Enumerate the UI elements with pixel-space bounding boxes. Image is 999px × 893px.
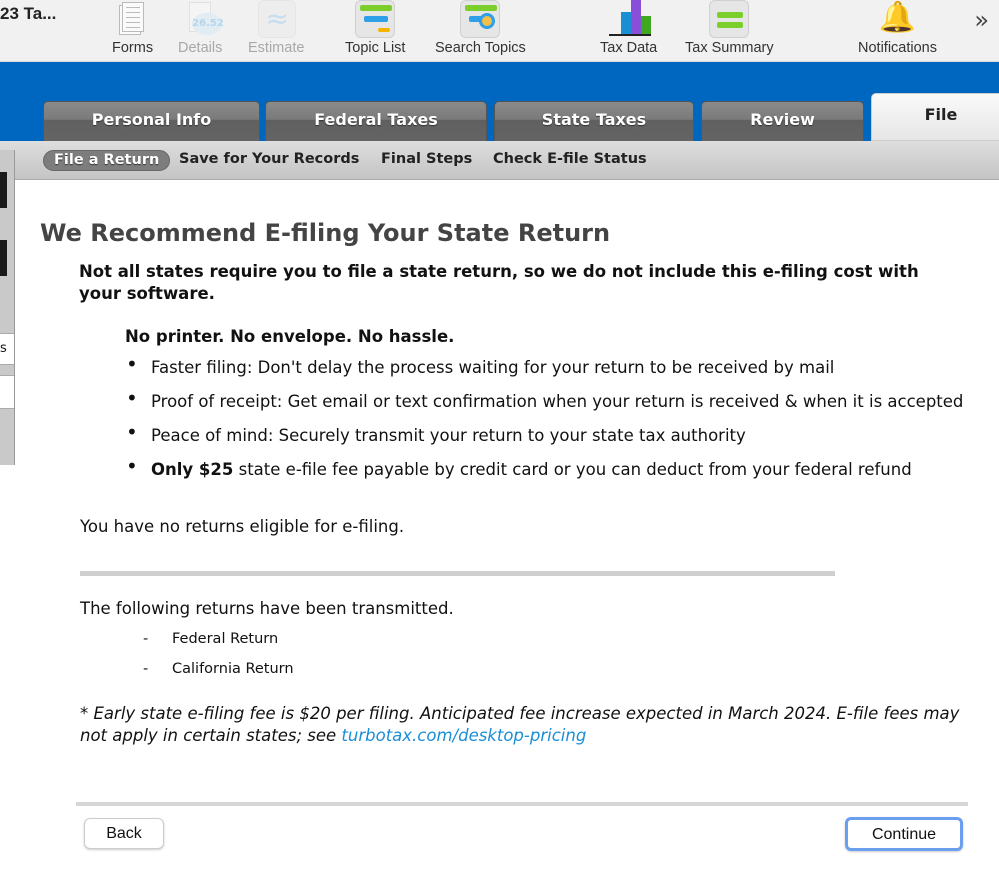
benefits-list: • Faster filing: Don't delay the process … — [126, 352, 986, 493]
subnav-check-efile-status[interactable]: Check E-file Status — [493, 151, 647, 167]
tax-data-icon — [608, 0, 651, 38]
subnav-save-for-your-records[interactable]: Save for Your Records — [179, 151, 359, 167]
divider — [80, 571, 835, 576]
tax-summary-icon — [709, 0, 750, 38]
left-side-panel: s — [0, 150, 15, 465]
tab-personal-info[interactable]: Personal Info — [43, 101, 260, 141]
toolbar-topic-list-button[interactable]: Topic List — [345, 0, 405, 60]
tagline: No printer. No envelope. No hassle. — [125, 327, 455, 346]
toolbar-notifications-label: Notifications — [858, 40, 937, 56]
price-highlight: Only $25 — [151, 460, 234, 479]
toolbar-forms-button[interactable]: Forms — [112, 0, 153, 60]
forms-icon — [113, 0, 153, 38]
toolbar-forms-label: Forms — [112, 40, 154, 56]
sub-navigation: File a Return Save for Your Records Fina… — [0, 141, 999, 180]
benefit-item: • Faster filing: Don't delay the process … — [126, 352, 835, 377]
toolbar-search-topics-label: Search Topics — [435, 40, 526, 56]
app-title: 23 Ta... — [0, 4, 57, 23]
transmitted-returns-list: - Federal Return - California Return — [143, 631, 294, 691]
page-title: We Recommend E-filing Your State Return — [40, 219, 611, 247]
toolbar-notifications-button[interactable]: 🔔 Notifications — [858, 0, 937, 60]
side-panel-button[interactable] — [0, 172, 7, 208]
transmitted-return-item: - Federal Return — [143, 631, 279, 647]
topic-list-icon — [355, 0, 396, 38]
side-panel-field-empty[interactable] — [0, 375, 14, 409]
bullet-icon: • — [126, 420, 138, 444]
details-icon: 26.52 — [180, 0, 224, 38]
benefit-item: • Proof of receipt: Get email or text con… — [126, 386, 964, 411]
transmitted-heading: The following returns have been transmit… — [80, 599, 454, 618]
toolbar-estimate-label: Estimate — [248, 40, 305, 56]
estimate-icon: ≈ — [256, 0, 297, 38]
toolbar-overflow-chevron-icon[interactable]: » — [974, 6, 989, 34]
bell-icon: 🔔 — [878, 0, 917, 35]
desktop-pricing-link[interactable]: turbotax.com/desktop-pricing — [341, 726, 586, 745]
footer-divider — [76, 802, 968, 806]
toolbar-tax-data-button[interactable]: Tax Data — [600, 0, 657, 60]
toolbar-tax-data-label: Tax Data — [600, 40, 658, 56]
toolbar-details-button[interactable]: 26.52 Details — [178, 0, 224, 60]
benefit-item: • Peace of mind: Securely transmit your r… — [126, 420, 746, 445]
search-topics-icon — [460, 0, 501, 38]
bullet-icon: • — [126, 386, 138, 410]
transmitted-return-item: - California Return — [143, 661, 294, 677]
toolbar-tax-summary-button[interactable]: Tax Summary — [685, 0, 774, 60]
no-eligible-returns-text: You have no returns eligible for e-filin… — [80, 517, 405, 536]
tab-federal-taxes[interactable]: Federal Taxes — [265, 101, 487, 141]
toolbar-details-label: Details — [178, 40, 223, 56]
back-button[interactable]: Back — [84, 818, 164, 849]
benefit-item-price: • Only $25 state e-file fee payable by cr… — [126, 454, 912, 479]
toolbar-search-topics-button[interactable]: Search Topics — [435, 0, 526, 60]
subnav-file-a-return[interactable]: File a Return — [43, 150, 171, 171]
continue-button[interactable]: Continue — [845, 817, 963, 851]
intro-text: Not all states require you to file a sta… — [79, 262, 919, 303]
bullet-icon: • — [126, 352, 138, 376]
tab-state-taxes[interactable]: State Taxes — [494, 101, 694, 141]
tab-file[interactable]: File — [871, 93, 999, 141]
side-panel-button[interactable] — [0, 240, 7, 276]
fee-footnote: * Early state e-filing fee is $20 per fi… — [80, 704, 960, 745]
toolbar-estimate-button[interactable]: ≈ Estimate — [248, 0, 304, 60]
subnav-final-steps[interactable]: Final Steps — [381, 151, 472, 167]
bullet-icon: • — [126, 454, 138, 478]
side-panel-field[interactable]: s — [0, 333, 14, 365]
toolbar: 23 Ta... Forms 26.52 Details ≈ Estimate … — [0, 0, 999, 62]
tab-review[interactable]: Review — [701, 101, 864, 141]
toolbar-topic-list-label: Topic List — [345, 40, 406, 56]
toolbar-tax-summary-label: Tax Summary — [685, 40, 774, 56]
